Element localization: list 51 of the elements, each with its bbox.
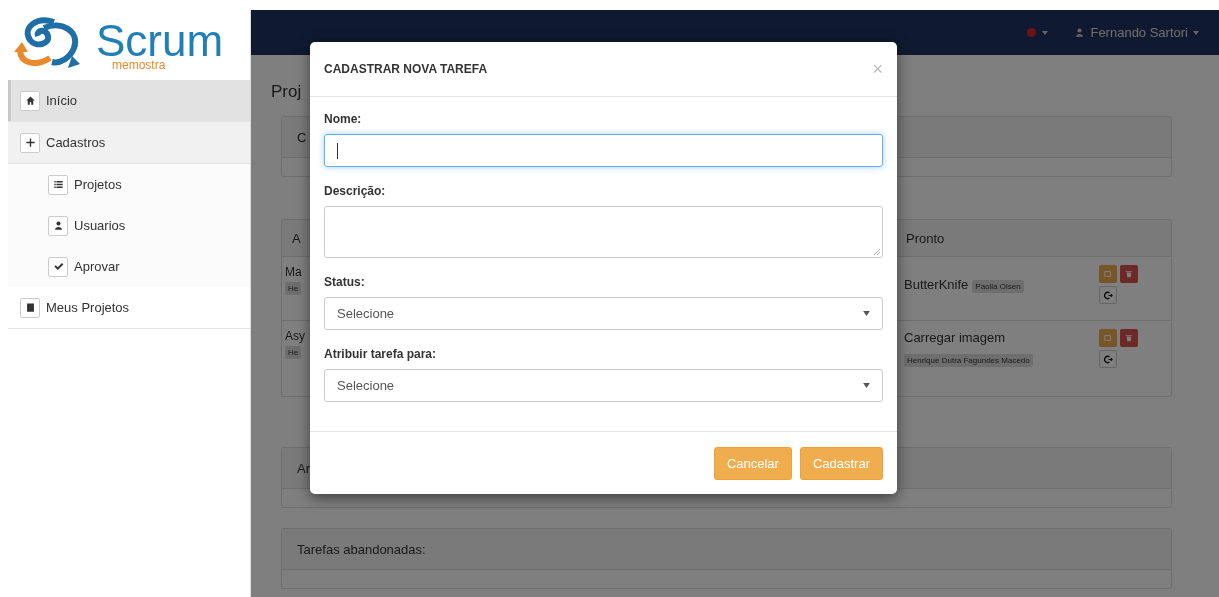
user-icon (48, 215, 68, 236)
column-heading: Pronto (906, 230, 945, 246)
move-button[interactable] (1099, 350, 1117, 368)
user-menu[interactable]: Fernando Sartori (1074, 25, 1199, 40)
edit-icon (1104, 270, 1112, 278)
trash-icon (1125, 334, 1133, 342)
plus-icon (20, 132, 40, 153)
notification-menu[interactable] (1026, 27, 1049, 38)
panel-heading: C (297, 129, 307, 145)
sidebar-item[interactable]: Cadastros (8, 122, 250, 164)
move-icon (1103, 290, 1113, 300)
panel-heading: Tarefas abandonadas: (297, 541, 426, 557)
field-label: Nome: (324, 112, 363, 126)
sidebar-item[interactable]: Aprovar (8, 246, 250, 287)
user-icon (1074, 27, 1086, 38)
assignee-label: He (285, 282, 302, 295)
task-title: Carregar imagem (904, 330, 1006, 345)
move-icon (1103, 354, 1113, 364)
select-dropdown[interactable]: Selecione (324, 297, 883, 330)
caret-icon (863, 311, 870, 316)
task-title: Asy (285, 329, 306, 343)
panel-heading: Ar (297, 460, 310, 476)
sidebar-item[interactable]: Usuarios (8, 205, 250, 246)
task-title: Ma (285, 265, 303, 279)
task-title: ButterKnife (904, 277, 969, 292)
assignee-label: Henrique Dutra Fagundes Macedo (904, 354, 1033, 367)
delete-button[interactable] (1120, 265, 1138, 283)
field-label: Status: (324, 275, 366, 289)
input-field[interactable] (324, 134, 883, 167)
edit-icon (1104, 334, 1112, 342)
caret-icon (863, 383, 870, 388)
field-label: Descrição: (324, 184, 387, 198)
resize-grip-icon (874, 249, 880, 255)
trash-icon (1125, 270, 1133, 278)
document-icon (20, 297, 40, 318)
sidebar-item[interactable]: Início (8, 80, 250, 122)
move-button[interactable] (1099, 286, 1117, 304)
page-title: Proj (271, 81, 302, 103)
assignee-label: Paolla Olsen (972, 279, 1024, 293)
delete-button[interactable] (1120, 329, 1138, 347)
modal-title: CADASTRAR NOVA TAREFA (324, 62, 488, 76)
textarea-field[interactable] (324, 206, 883, 258)
column-heading: A (292, 230, 301, 246)
field-label: Atribuir tarefa para: (324, 347, 438, 361)
assignee-label: He (285, 346, 302, 359)
select-dropdown[interactable]: Selecione (324, 369, 883, 402)
list-icon (48, 174, 68, 195)
home-icon (20, 90, 40, 111)
alert-icon (1026, 27, 1038, 38)
sidebar-item[interactable]: Projetos (8, 164, 250, 205)
check-icon (48, 256, 68, 277)
